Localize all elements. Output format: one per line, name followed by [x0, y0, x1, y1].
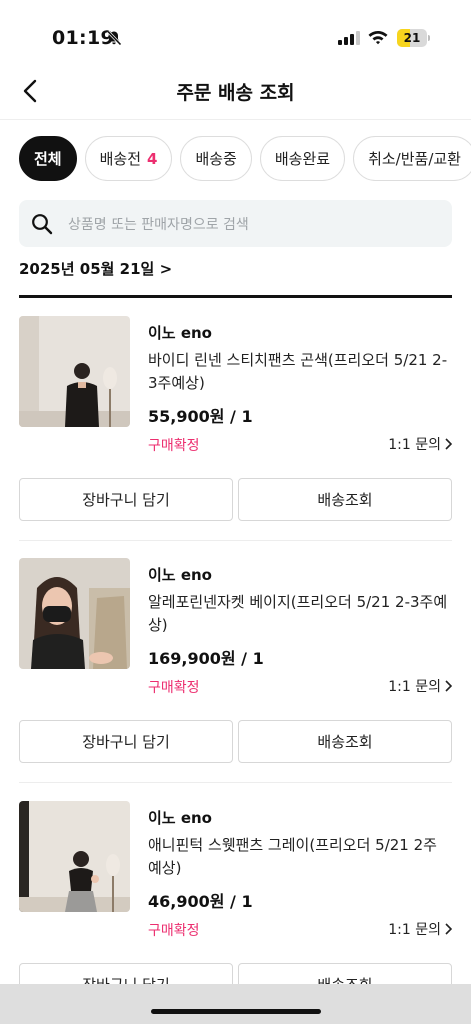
tab-label: 배송중 [195, 150, 237, 168]
inquiry-label: 1:1 문의 [388, 679, 441, 695]
inquiry-link[interactable]: 1:1 문의 [388, 434, 452, 454]
top-navigation: 주문 배송 조회 [0, 62, 471, 120]
tab-count-badge: 4 [147, 149, 158, 168]
product-thumbnail[interactable] [19, 558, 130, 669]
product-name[interactable]: 애니핀턱 스웻팬츠 그레이(프리오더 5/21 2주예상) [148, 834, 448, 880]
silent-bell-icon [106, 30, 122, 50]
battery-indicator: 21 [397, 29, 430, 47]
chevron-right-icon [445, 680, 452, 692]
status-time: 01:19 [52, 27, 114, 49]
search-placeholder: 상품명 또는 판매자명으로 검색 [68, 217, 249, 233]
filter-tabs: 전체 배송전 4 배송중 배송완료 취소/반품/교환 [19, 136, 471, 182]
home-indicator[interactable] [151, 1009, 321, 1014]
tab-delivered[interactable]: 배송완료 [259, 136, 346, 181]
search-input[interactable]: 상품명 또는 판매자명으로 검색 [19, 200, 452, 247]
product-price: 46,900원 / 1 [148, 892, 253, 911]
wifi-icon [367, 28, 389, 49]
inquiry-label: 1:1 문의 [388, 437, 441, 453]
status-bar: 01:19 21 [0, 0, 471, 62]
tab-label: 배송전 [99, 150, 142, 168]
product-price: 55,900원 / 1 [148, 407, 253, 426]
divider [19, 782, 452, 783]
product-thumbnail[interactable] [19, 316, 130, 427]
tab-before-shipping[interactable]: 배송전 4 [84, 136, 173, 181]
add-to-cart-button[interactable]: 장바구니 담기 [19, 720, 233, 763]
tab-shipping[interactable]: 배송중 [180, 136, 252, 181]
battery-percent: 21 [403, 31, 421, 45]
cellular-signal-icon [338, 30, 360, 49]
tab-label: 취소/반품/교환 [368, 150, 461, 168]
divider [19, 540, 452, 541]
product-name[interactable]: 알레포린넨자켓 베이지(프리오더 5/21 2-3주예상) [148, 591, 448, 637]
seller-name[interactable]: 이노 eno [148, 807, 212, 828]
divider [19, 295, 452, 298]
add-to-cart-button[interactable]: 장바구니 담기 [19, 478, 233, 521]
chevron-right-icon [445, 923, 452, 935]
seller-name[interactable]: 이노 eno [148, 564, 212, 585]
track-delivery-button[interactable]: 배송조회 [238, 720, 452, 763]
tab-label: 전체 [34, 150, 62, 168]
tab-cancel-return-exchange[interactable]: 취소/반품/교환 [353, 136, 471, 181]
product-price: 169,900원 / 1 [148, 649, 264, 668]
page-title: 주문 배송 조회 [176, 82, 295, 104]
order-status: 구매확정 [148, 923, 200, 939]
order-status: 구매확정 [148, 438, 200, 454]
order-item: 이노 eno 알레포린넨자켓 베이지(프리오더 5/21 2-3주예상) 169… [0, 558, 471, 798]
tab-label: 배송완료 [274, 150, 331, 168]
chevron-right-icon [445, 438, 452, 450]
order-date: 2025년 05월 21일 > [19, 260, 173, 278]
inquiry-link[interactable]: 1:1 문의 [388, 676, 452, 696]
product-thumbnail[interactable] [19, 801, 130, 912]
order-date-header[interactable]: 2025년 05월 21일 > [19, 256, 459, 278]
inquiry-link[interactable]: 1:1 문의 [388, 919, 452, 939]
tab-all[interactable]: 전체 [19, 136, 77, 181]
inquiry-label: 1:1 문의 [388, 922, 441, 938]
track-delivery-button[interactable]: 배송조회 [238, 478, 452, 521]
order-status: 구매확정 [148, 680, 200, 696]
seller-name[interactable]: 이노 eno [148, 322, 212, 343]
order-item: 이노 eno 바이디 린넨 스티치팬츠 곤색(프리오더 5/21 2-3주예상)… [0, 316, 471, 556]
product-name[interactable]: 바이디 린넨 스티치팬츠 곤색(프리오더 5/21 2-3주예상) [148, 349, 448, 395]
bottom-safe-area [0, 984, 471, 1024]
search-icon [31, 213, 53, 239]
